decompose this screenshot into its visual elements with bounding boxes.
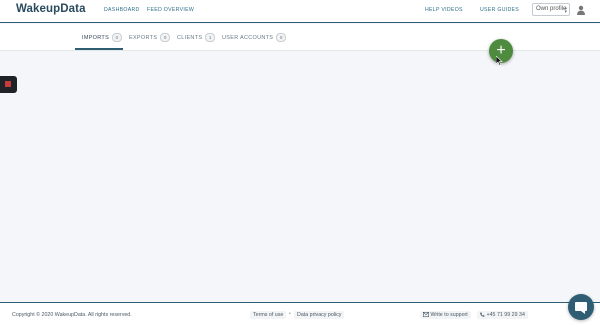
widget-icon: [5, 81, 11, 87]
top-navigation-bar: WakeupData DASHBOARD FEED OVERVIEW HELP …: [0, 0, 600, 23]
mail-icon: [423, 312, 430, 318]
phone-icon: [480, 312, 485, 317]
tab-label: EXPORTS: [129, 35, 158, 41]
tab-count-badge: 0: [276, 33, 287, 42]
active-tab-indicator: [75, 48, 123, 50]
phone-link[interactable]: +45 71 99 29 34: [477, 311, 528, 319]
nav-help-videos[interactable]: HELP VIDEOS: [425, 7, 463, 13]
data-privacy-link[interactable]: Data privacy policy: [294, 311, 345, 319]
footer-separator: •: [289, 311, 291, 317]
nav-feed-overview[interactable]: FEED OVERVIEW: [147, 7, 194, 13]
nav-dashboard[interactable]: DASHBOARD: [104, 7, 140, 13]
tab-count-badge: 0: [112, 33, 123, 42]
side-widget-tab[interactable]: [0, 76, 17, 93]
mouse-cursor-icon: [496, 56, 503, 66]
app-logo[interactable]: WakeupData: [16, 3, 86, 15]
phone-number: +45 71 99 29 34: [486, 312, 525, 318]
tab-clients[interactable]: CLIENTS 1: [177, 33, 216, 42]
tab-count-badge: 1: [205, 33, 216, 42]
terms-of-use-link[interactable]: Terms of use: [250, 311, 287, 319]
tab-user-accounts[interactable]: USER ACCOUNTS 0: [222, 33, 287, 42]
tab-count-badge: 0: [160, 33, 171, 42]
nav-user-guides[interactable]: USER GUIDES: [480, 7, 519, 13]
tab-label: USER ACCOUNTS: [222, 35, 274, 41]
profile-select-value: Own profile: [536, 6, 567, 12]
footer: Copyright © 2020 WakeupData. All rights …: [0, 302, 600, 327]
select-arrows-icon: ▴ ▾: [564, 5, 567, 15]
write-to-support-link[interactable]: Write to support: [420, 311, 471, 319]
tab-label: CLIENTS: [177, 35, 203, 41]
tab-exports[interactable]: EXPORTS 0: [129, 33, 171, 42]
copyright-text: Copyright © 2020 WakeupData. All rights …: [12, 312, 132, 318]
profile-select[interactable]: Own profile ▴ ▾: [532, 3, 570, 16]
tab-imports[interactable]: IMPORTS 0: [82, 33, 123, 42]
support-label: Write to support: [430, 312, 468, 318]
tab-label: IMPORTS: [82, 35, 110, 41]
user-icon[interactable]: [576, 5, 586, 15]
chat-widget-button[interactable]: [568, 294, 594, 320]
chat-icon: [575, 302, 587, 314]
